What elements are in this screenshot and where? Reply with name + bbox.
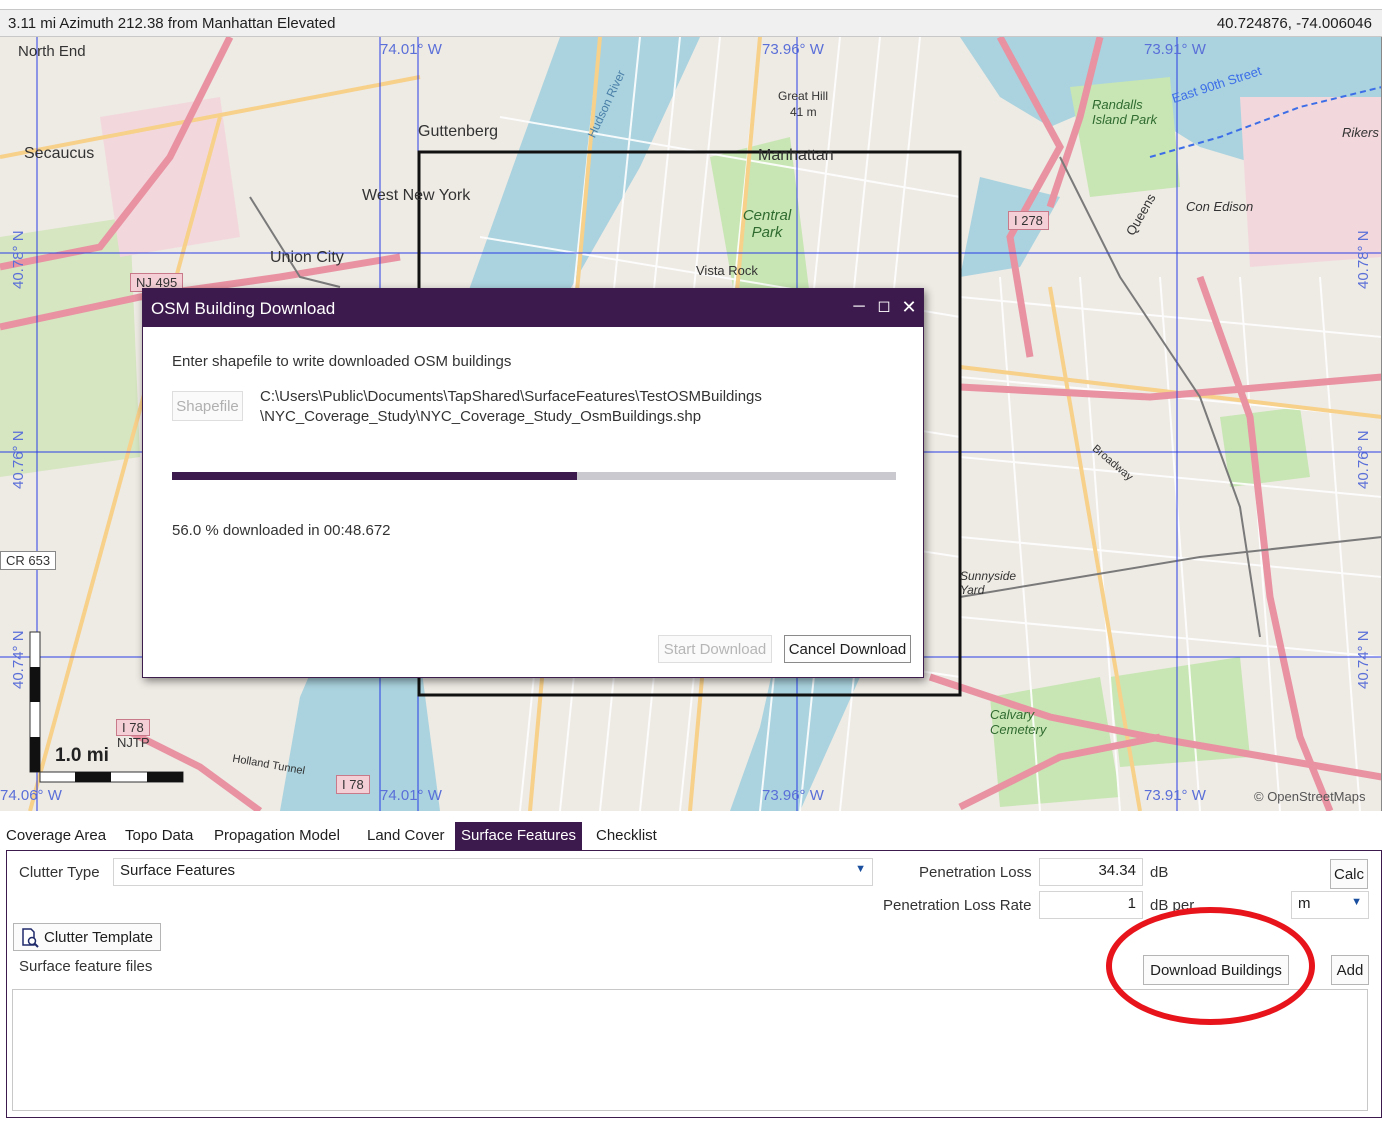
shield-i78: I 78 bbox=[336, 775, 370, 794]
shield-cr653: CR 653 bbox=[0, 551, 57, 570]
map-label-guttenberg: Guttenberg bbox=[418, 123, 499, 140]
map-label-rikers: Rikers bbox=[1342, 125, 1379, 140]
dialog-title: OSM Building Download bbox=[151, 299, 336, 318]
grid-label-lat-40-78-left: 40.78° N bbox=[10, 230, 27, 289]
shapefile-path: C:\Users\Public\Documents\TapShared\Surf… bbox=[260, 387, 910, 427]
map-label-union-city: Union City bbox=[270, 249, 344, 266]
clutter-type-value: Surface Features bbox=[120, 862, 236, 879]
shield-i278: I 278 bbox=[1008, 211, 1049, 230]
grid-label-lat-40-74-left: 40.74° N bbox=[10, 630, 27, 689]
map-label-njtp: NJTP bbox=[117, 735, 150, 750]
download-progress-status: 56.0 % downloaded in 00:48.672 bbox=[172, 522, 391, 539]
surface-feature-files-list[interactable] bbox=[12, 989, 1368, 1111]
penetration-loss-label: Penetration Loss bbox=[919, 864, 1032, 881]
rate-unit-select[interactable]: m ▼ bbox=[1291, 891, 1369, 919]
grid-label-lat-40-76-right: 40.76° N bbox=[1355, 430, 1372, 489]
dialog-titlebar[interactable]: OSM Building Download ─ ◻ ✕ bbox=[143, 289, 923, 327]
maximize-icon[interactable]: ◻ bbox=[874, 297, 894, 317]
chevron-down-icon: ▼ bbox=[1351, 896, 1362, 908]
scale-label: 1.0 mi bbox=[55, 745, 109, 766]
map-label-north-end: North End bbox=[18, 43, 86, 60]
surface-feature-files-label: Surface feature files bbox=[19, 958, 153, 975]
map-attribution: © OpenStreetMaps bbox=[1254, 789, 1366, 804]
clutter-template-label: Clutter Template bbox=[44, 928, 153, 946]
calc-button[interactable]: Calc bbox=[1330, 859, 1368, 889]
app-window: 3.11 mi Azimuth 212.38 from Manhattan El… bbox=[0, 0, 1382, 1125]
map-label-manhattan: Manhattan bbox=[758, 147, 834, 164]
shield-i78-njtp: I 78 bbox=[116, 719, 150, 736]
rate-unit-value: m bbox=[1298, 895, 1311, 912]
map-label-great-hill-elevation: 41 m bbox=[790, 105, 817, 119]
tab-propagation-model[interactable]: Propagation Model bbox=[208, 822, 346, 850]
cursor-coordinates: 40.724876, -74.006046 bbox=[1216, 15, 1372, 32]
distance-azimuth-readout: 3.11 mi Azimuth 212.38 from Manhattan El… bbox=[8, 15, 336, 32]
surface-features-panel: Clutter Type Surface Features ▼ Penetrat… bbox=[6, 850, 1382, 1118]
grid-label-lat-40-74-right: 40.74° N bbox=[1355, 630, 1372, 689]
penetration-loss-field[interactable]: 34.34 bbox=[1039, 858, 1143, 886]
download-progress-fill bbox=[172, 472, 578, 480]
start-download-button[interactable]: Start Download bbox=[658, 635, 772, 663]
map-label-con-edison: Con Edison bbox=[1186, 199, 1254, 214]
penetration-rate-label: Penetration Loss Rate bbox=[883, 897, 1032, 914]
tab-land-cover[interactable]: Land Cover bbox=[361, 822, 451, 850]
download-progress-bar bbox=[172, 472, 896, 480]
shapefile-path-line1: C:\Users\Public\Documents\TapShared\Surf… bbox=[260, 388, 762, 405]
map-label-secaucus: Secaucus bbox=[24, 145, 95, 162]
tab-topo-data[interactable]: Topo Data bbox=[119, 822, 199, 850]
penetration-rate-field[interactable]: 1 bbox=[1039, 891, 1143, 919]
grid-label-lon-73-91-top: 73.91° W bbox=[1144, 41, 1206, 58]
clutter-template-button[interactable]: Clutter Template bbox=[13, 923, 161, 951]
shapefile-path-line2: \NYC_Coverage_Study\NYC_Coverage_Study_O… bbox=[260, 408, 702, 425]
map-label-randalls-island: Randalls Island Park bbox=[1092, 97, 1158, 127]
minimize-icon[interactable]: ─ bbox=[849, 297, 869, 317]
osm-building-download-dialog: OSM Building Download ─ ◻ ✕ Enter shapef… bbox=[142, 288, 924, 678]
penetration-rate-unit: dB per bbox=[1150, 897, 1195, 914]
add-button[interactable]: Add bbox=[1331, 955, 1369, 985]
tab-checklist[interactable]: Checklist bbox=[590, 822, 663, 850]
dialog-prompt: Enter shapefile to write downloaded OSM … bbox=[172, 353, 512, 370]
document-search-icon bbox=[22, 928, 39, 948]
grid-label-lon-74-06-bottom: 74.06° W bbox=[0, 787, 62, 804]
download-buildings-button[interactable]: Download Buildings bbox=[1143, 955, 1289, 985]
map-label-west-new-york: West New York bbox=[362, 187, 471, 204]
clutter-type-select[interactable]: Surface Features ▼ bbox=[113, 858, 873, 886]
map-label-great-hill: Great Hill bbox=[778, 89, 829, 103]
tab-bar: Coverage Area Topo Data Propagation Mode… bbox=[0, 822, 1382, 850]
grid-label-lat-40-78-right: 40.78° N bbox=[1355, 230, 1372, 289]
close-icon[interactable]: ✕ bbox=[899, 297, 919, 317]
shapefile-button[interactable]: Shapefile bbox=[172, 391, 243, 421]
map-label-vista-rock: Vista Rock bbox=[696, 263, 758, 278]
chevron-down-icon: ▼ bbox=[855, 863, 866, 875]
grid-label-lon-73-96-bottom: 73.96° W bbox=[762, 787, 824, 804]
grid-label-lat-40-76-left: 40.76° N bbox=[10, 430, 27, 489]
map-label-central-park: Central Park bbox=[742, 207, 792, 241]
tab-coverage-area[interactable]: Coverage Area bbox=[0, 822, 112, 850]
penetration-loss-unit: dB bbox=[1150, 864, 1169, 881]
tab-surface-features[interactable]: Surface Features bbox=[455, 822, 583, 850]
grid-label-lon-73-91-bottom: 73.91° W bbox=[1144, 787, 1206, 804]
grid-label-lon-74-01-top: 74.01° W bbox=[380, 41, 442, 58]
clutter-type-label: Clutter Type bbox=[19, 864, 100, 881]
cancel-download-button[interactable]: Cancel Download bbox=[784, 635, 911, 663]
grid-label-lon-74-01-bottom: 74.01° W bbox=[380, 787, 442, 804]
map-label-calvary-cemetery: Calvary Cemetery bbox=[990, 707, 1047, 737]
map-label-sunnyside-yard: Sunnyside Yard bbox=[960, 569, 1017, 597]
grid-label-lon-73-96-top: 73.96° W bbox=[762, 41, 824, 58]
map-status-bar: 3.11 mi Azimuth 212.38 from Manhattan El… bbox=[0, 9, 1382, 37]
